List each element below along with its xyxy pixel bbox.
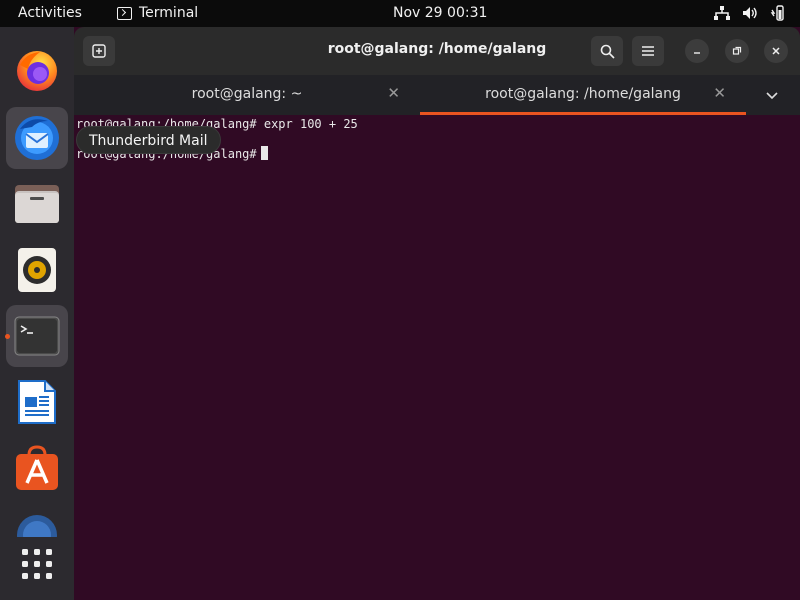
firefox-icon <box>17 51 57 91</box>
libreoffice-writer-icon <box>18 380 56 424</box>
app-menu-label: Terminal <box>139 5 199 21</box>
dock-tooltip: Thunderbird Mail <box>76 126 221 154</box>
thunderbird-icon <box>15 116 59 160</box>
search-button[interactable] <box>591 36 623 66</box>
tab-root-home-galang[interactable]: root@galang: /home/galang ✕ <box>420 75 746 115</box>
clock[interactable]: Nov 29 00:31 <box>393 5 487 21</box>
tab-bar: root@galang: ~ ✕ root@galang: /home/gala… <box>74 75 800 115</box>
text-cursor <box>260 146 268 160</box>
top-bar: Activities Terminal Nov 29 00:31 <box>0 0 800 27</box>
system-tray[interactable] <box>714 5 786 21</box>
rhythmbox-icon <box>18 248 56 292</box>
dock <box>0 27 74 600</box>
volume-icon <box>743 7 757 19</box>
minimize-icon <box>694 52 700 54</box>
terminal-icon <box>117 6 132 20</box>
command-text: expr 100 + 25 <box>256 117 358 131</box>
chevron-down-icon <box>766 92 778 100</box>
terminal-app-icon <box>14 316 60 356</box>
dock-item-firefox[interactable] <box>6 39 68 101</box>
tab-label: root@galang: ~ <box>191 86 303 102</box>
terminal-window: root@galang: /home/galang root@galang: ~… <box>74 27 800 600</box>
menu-button[interactable] <box>632 36 664 66</box>
maximize-button[interactable] <box>725 39 749 63</box>
dock-item-ubuntu-software[interactable] <box>6 437 68 499</box>
close-icon <box>772 47 780 55</box>
tab-overflow-button[interactable] <box>766 85 778 104</box>
tab-label: root@galang: /home/galang <box>485 86 681 102</box>
app-menu[interactable]: Terminal <box>117 5 198 21</box>
dock-item-thunderbird[interactable] <box>6 107 68 169</box>
search-icon <box>600 44 615 59</box>
tab-close-icon[interactable]: ✕ <box>713 84 726 102</box>
terminal-output[interactable]: root@galang:/home/galang# expr 100 + 25 … <box>74 115 800 600</box>
tab-root-home[interactable]: root@galang: ~ ✕ <box>74 75 420 115</box>
running-indicator <box>5 334 10 339</box>
network-icon <box>714 6 730 20</box>
files-icon <box>15 185 59 223</box>
dock-item-libreoffice-writer[interactable] <box>6 371 68 433</box>
restore-icon <box>732 46 742 55</box>
tab-close-icon[interactable]: ✕ <box>387 84 400 102</box>
activities-button[interactable]: Activities <box>18 5 82 21</box>
battery-icon <box>770 5 784 21</box>
app-grid-icon <box>22 549 52 579</box>
dock-item-rhythmbox[interactable] <box>6 239 68 301</box>
window-headerbar[interactable]: root@galang: /home/galang <box>74 27 800 75</box>
close-window-button[interactable] <box>764 39 788 63</box>
minimize-button[interactable] <box>685 39 709 63</box>
software-store-icon <box>16 445 58 490</box>
dock-item-terminal[interactable] <box>6 305 68 367</box>
dock-item-files[interactable] <box>6 173 68 235</box>
show-applications-button[interactable] <box>6 533 68 595</box>
dock-item-help[interactable] <box>6 503 68 537</box>
hamburger-menu-icon <box>642 46 654 56</box>
